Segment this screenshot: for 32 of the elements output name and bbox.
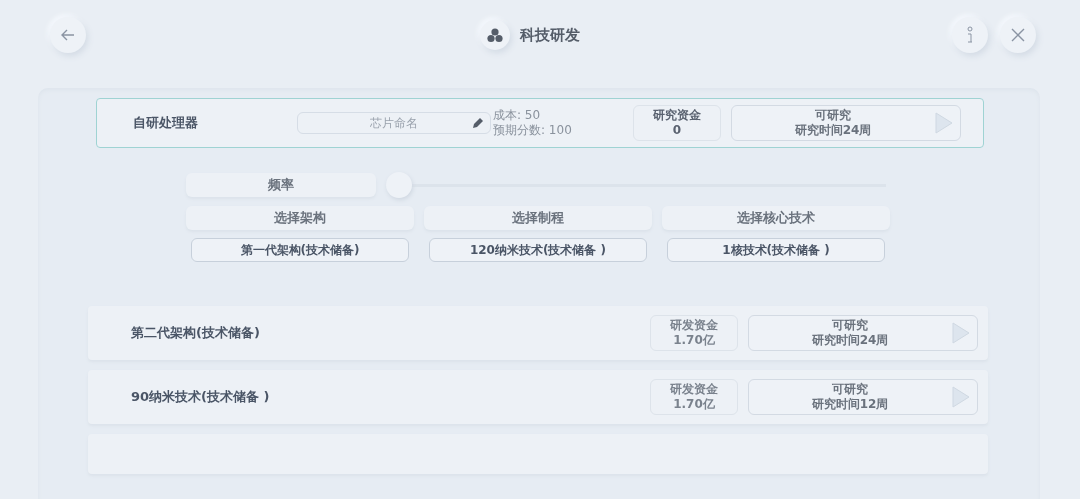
close-icon [1010,27,1026,43]
research-name: 第二代架构(技术储备) [131,324,261,342]
fund-label: 研发资金 [670,382,718,397]
play-icon [951,321,971,345]
dots-icon [486,27,504,43]
research-button[interactable]: 可研究 研究时间24周 [748,315,978,351]
selector-heading: 选择核心技术 [662,206,890,230]
chip-name-field[interactable]: 芯片命名 [297,112,491,134]
fund-label: 研发资金 [670,318,718,333]
selector-dropdown[interactable]: 第一代架构(技术储备) [191,238,409,262]
cost-text: 成本: 50 [493,108,542,123]
window-title: 科技研发 [520,25,580,45]
pencil-icon [471,116,485,130]
play-icon [934,111,954,135]
slider-thumb[interactable] [386,172,412,198]
score-text: 预期分数: 100 [493,123,573,138]
research-name: 90纳米技术(技术储备 ) [131,388,271,406]
selector-heading: 选择制程 [424,206,652,230]
fund-value: 1.70亿 [673,397,715,412]
back-arrow-icon [60,27,76,43]
selector-dropdown[interactable]: 1核技术(技术储备 ) [667,238,885,262]
fund-value: 0 [672,123,682,138]
play-icon [951,385,971,409]
research-button[interactable]: 可研究 研究时间24周 [731,105,961,141]
info-icon [965,26,975,44]
research-button[interactable]: 可研究 研究时间12周 [748,379,978,415]
selector-dropdown[interactable]: 120纳米技术(技术储备 ) [429,238,647,262]
processor-name: 自研处理器 [133,114,199,132]
fund-value: 1.70亿 [673,333,715,348]
fund-label: 研究资金 [653,108,701,123]
selector-heading: 选择架构 [186,206,414,230]
frequency-label: 频率 [186,173,376,197]
